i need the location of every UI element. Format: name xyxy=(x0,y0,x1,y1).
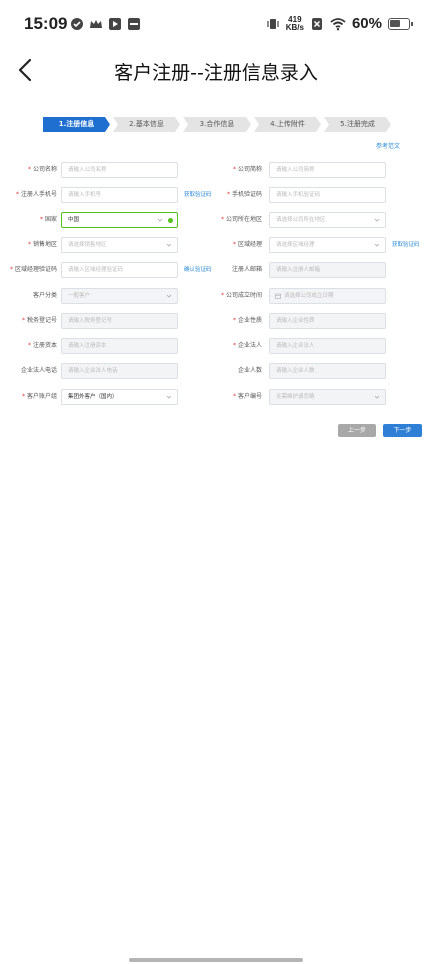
home-indicator[interactable] xyxy=(129,958,303,962)
form-row-3: * 国家 中国 * 公司所在地区 请选择公司所在地区 xyxy=(0,212,432,228)
employee-count-input[interactable]: 请输入企业人数 xyxy=(269,363,386,379)
next-step-button[interactable]: 下一步 xyxy=(383,424,422,437)
phone-code-label: * 手机验证码 xyxy=(226,191,262,198)
battery-percentage: 60% xyxy=(351,15,382,32)
company-name-input[interactable]: 请输入公司名称 xyxy=(61,162,178,178)
country-select[interactable]: 中国 xyxy=(61,212,178,228)
app-icon xyxy=(128,18,140,30)
phone-code-input[interactable]: 请输入手机验证码 xyxy=(269,187,386,203)
customer-code-label: * 客户编号 xyxy=(232,393,262,400)
tax-id-label: * 税务登记号 xyxy=(21,317,57,324)
established-date-label: * 公司成立时间 xyxy=(220,292,262,299)
form-row-10: * 客户账户组 集团外客户（国内） * 客户编号 无需维护请忽略 xyxy=(0,389,432,405)
customer-category-label: 客户分类 xyxy=(32,292,57,299)
customer-code-placeholder: 无需维护请忽略 xyxy=(276,394,315,400)
battery-level xyxy=(390,19,400,27)
established-date-placeholder: 请选择公司成立日期 xyxy=(284,293,334,299)
step-4: 4.上传附件 xyxy=(254,117,321,132)
chevron-down-icon xyxy=(374,218,380,222)
account-group-value: 集团外客户（国内） xyxy=(68,394,118,400)
customer-category-select[interactable]: 一般客户 xyxy=(61,288,178,304)
system-icons: 419 KB/s 60% xyxy=(266,15,413,32)
step-progress: 1.注册信息 2.基本信息 3.合作信息 4.上传附件 5.注册完成 xyxy=(43,117,394,132)
company-region-placeholder: 请选择公司所在地区 xyxy=(276,217,326,223)
wifi-icon xyxy=(330,17,346,30)
account-group-label: * 客户账户组 xyxy=(21,393,57,400)
country-label: * 国家 xyxy=(39,216,57,223)
reference-link[interactable]: 参考范文 xyxy=(376,141,400,150)
confirm-code-link[interactable]: 确认验证码 xyxy=(184,262,212,278)
manager-code-input[interactable]: 请输入区域经理验证码 xyxy=(61,262,178,278)
manager-get-code-link[interactable]: 获取验证码 xyxy=(392,237,420,253)
country-value: 中国 xyxy=(68,217,80,223)
customer-code-select[interactable]: 无需维护请忽略 xyxy=(269,389,386,405)
enterprise-nature-label: * 企业性质 xyxy=(232,317,262,324)
form-row-6: 客户分类 一般客户 * 公司成立时间 请选择公司成立日期 xyxy=(0,288,432,304)
chevron-down-icon xyxy=(166,294,172,298)
legal-person-label: * 企业法人 xyxy=(232,342,262,349)
no-sim-icon xyxy=(311,17,322,30)
step-1: 1.注册信息 xyxy=(43,117,110,132)
sales-region-placeholder: 请选择销售地区 xyxy=(68,242,107,248)
chevron-down-icon xyxy=(166,395,172,399)
check-circle-icon xyxy=(71,18,83,30)
employee-count-label: 企业人数 xyxy=(237,367,262,374)
area-manager-select[interactable]: 请选择区域经理 xyxy=(269,237,386,253)
form-row-8: * 注册资本 请输入注册资本 * 企业法人 请输入企业法人 xyxy=(0,338,432,354)
chevron-down-icon xyxy=(374,243,380,247)
valid-check-icon xyxy=(168,218,173,223)
enterprise-nature-input[interactable]: 请输入企业性质 xyxy=(269,313,386,329)
form-row-1: * 公司名称 请输入公司名称 * 公司简称 请输入公司简称 xyxy=(0,162,432,178)
registered-capital-label: * 注册资本 xyxy=(27,342,57,349)
legal-phone-label: 企业法人电话 xyxy=(20,367,57,374)
network-speed: 419 KB/s xyxy=(285,15,304,32)
get-code-link[interactable]: 获取验证码 xyxy=(184,187,212,203)
area-manager-label: * 区域经理 xyxy=(232,241,262,248)
header: 客户注册--注册信息录入 xyxy=(0,50,432,90)
play-app-icon xyxy=(109,18,121,30)
form-row-2: * 注册人手机号 请输入手机号 获取验证码 * 手机验证码 请输入手机验证码 xyxy=(0,187,432,203)
manager-code-label: * 区域经理验证码 xyxy=(9,266,57,273)
tax-id-input[interactable]: 请输入税务登记号 xyxy=(61,313,178,329)
sales-region-select[interactable]: 请选择销售地区 xyxy=(61,237,178,253)
reg-phone-label: * 注册人手机号 xyxy=(15,191,57,198)
form-row-4: * 销售地区 请选择销售地区 * 区域经理 请选择区域经理 获取验证码 xyxy=(0,237,432,253)
company-short-input[interactable]: 请输入公司简称 xyxy=(269,162,386,178)
vibrate-icon xyxy=(267,18,279,29)
step-2: 2.基本信息 xyxy=(113,117,180,132)
sales-region-label: * 销售地区 xyxy=(27,241,57,248)
account-group-select[interactable]: 集团外客户（国内） xyxy=(61,389,178,405)
reg-email-input[interactable]: 请输入注册人邮箱 xyxy=(269,262,386,278)
notification-icons xyxy=(70,17,141,31)
status-bar: 15:09 419 KB/s 60% xyxy=(0,0,432,50)
reg-email-label: 注册人邮箱 xyxy=(231,266,262,273)
company-name-label: * 公司名称 xyxy=(27,166,57,173)
prev-step-button[interactable]: 上一步 xyxy=(338,424,376,437)
area-manager-placeholder: 请选择区域经理 xyxy=(276,242,315,248)
chevron-down-icon xyxy=(157,218,163,222)
legal-phone-input[interactable]: 请输入企业法人电话 xyxy=(61,363,178,379)
step-5: 5.注册完成 xyxy=(324,117,391,132)
page-title: 客户注册--注册信息录入 xyxy=(114,62,318,84)
battery-icon xyxy=(388,17,413,30)
customer-category-value: 一般客户 xyxy=(68,293,91,299)
chevron-down-icon xyxy=(374,395,380,399)
form-row-5: * 区域经理验证码 请输入区域经理验证码 确认验证码 注册人邮箱 请输入注册人邮箱 xyxy=(0,262,432,278)
step-3: 3.合作信息 xyxy=(183,117,251,132)
calendar-icon xyxy=(275,293,281,299)
speed-unit: KB/s xyxy=(285,22,304,32)
status-time: 15:09 xyxy=(24,14,68,33)
chevron-down-icon xyxy=(166,243,172,247)
form-row-7: * 税务登记号 请输入税务登记号 * 企业性质 请输入企业性质 xyxy=(0,313,432,329)
legal-person-input[interactable]: 请输入企业法人 xyxy=(269,338,386,354)
registered-capital-input[interactable]: 请输入注册资本 xyxy=(61,338,178,354)
company-region-select[interactable]: 请选择公司所在地区 xyxy=(269,212,386,228)
company-region-label: * 公司所在地区 xyxy=(220,216,262,223)
reg-phone-input[interactable]: 请输入手机号 xyxy=(61,187,178,203)
crown-icon xyxy=(90,20,102,28)
form-row-9: 企业法人电话 请输入企业法人电话 企业人数 请输入企业人数 xyxy=(0,363,432,379)
established-date-picker[interactable]: 请选择公司成立日期 xyxy=(269,288,386,304)
company-short-label: * 公司简称 xyxy=(232,166,262,173)
